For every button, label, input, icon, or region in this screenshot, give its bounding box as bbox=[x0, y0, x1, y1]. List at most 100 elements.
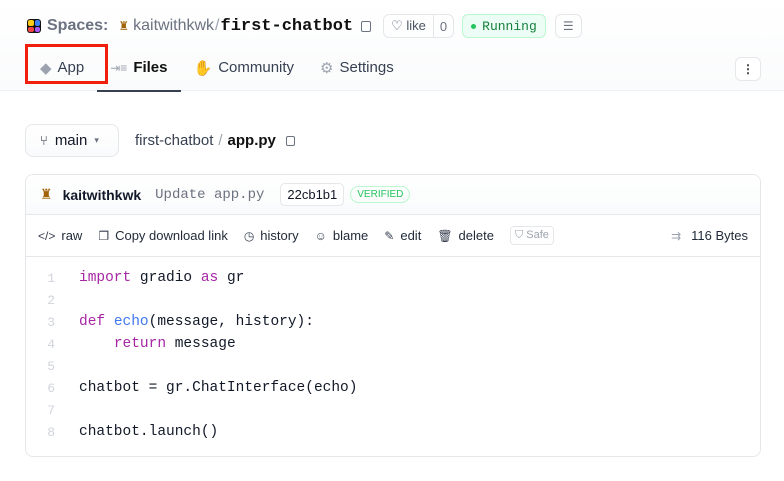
code-token: (message, history): bbox=[148, 314, 314, 330]
edit-label: edit bbox=[400, 228, 422, 243]
more-options-button[interactable]: ⋮ bbox=[735, 57, 761, 81]
breadcrumb: first-chatbot / app.py bbox=[135, 132, 295, 149]
code-line: 4 return message bbox=[26, 333, 760, 355]
line-number: 7 bbox=[47, 402, 55, 418]
trash-icon: 🗑 bbox=[437, 228, 453, 243]
code-text: chatbot = gr.ChatInterface(echo) bbox=[79, 380, 357, 396]
code-token: chatbot.launch() bbox=[79, 424, 219, 440]
like-label: like bbox=[406, 18, 426, 33]
code-line: 5 bbox=[26, 355, 760, 377]
wrap-icon[interactable]: ⇉ bbox=[671, 229, 681, 243]
code-text: chatbot.launch() bbox=[79, 424, 218, 440]
highlight-box bbox=[25, 44, 108, 84]
copy-icon: ❐ bbox=[98, 228, 110, 243]
file-viewer: ♜ kaitwithkwk Update app.py 22cb1b1 VERI… bbox=[25, 174, 761, 457]
code-token: message bbox=[166, 336, 236, 352]
copy-icon[interactable] bbox=[361, 20, 372, 32]
edit-button[interactable]: ✎ edit bbox=[384, 228, 421, 243]
tab-label: Files bbox=[133, 59, 168, 76]
blame-label: blame bbox=[332, 228, 369, 243]
branch-label: main bbox=[54, 132, 88, 149]
list-icon: ☰ bbox=[562, 19, 574, 33]
code-block: 1 import gradio as gr 2 3 def echo(message, … bbox=[26, 257, 760, 443]
logs-button[interactable]: ☰ bbox=[554, 14, 582, 38]
raw-label: raw bbox=[61, 228, 83, 243]
breadcrumb-file: app.py bbox=[227, 132, 276, 149]
code-token: import bbox=[79, 270, 132, 286]
commit-message[interactable]: Update app.py bbox=[155, 187, 264, 203]
breadcrumb-separator: / bbox=[218, 132, 223, 149]
code-token: as bbox=[200, 270, 219, 286]
owner-link[interactable]: kaitwithkwk bbox=[133, 17, 214, 35]
line-number: 4 bbox=[47, 336, 55, 352]
gear-icon: ⚙ bbox=[320, 59, 334, 77]
status-label: Running bbox=[482, 18, 537, 34]
code-token: chatbot = gr.ChatInterface(echo) bbox=[79, 380, 358, 396]
tab-label: Settings bbox=[339, 59, 394, 76]
copy-icon[interactable] bbox=[285, 135, 295, 146]
delete-button[interactable]: 🗑 delete bbox=[437, 228, 494, 243]
tab-community[interactable]: ✋ Community bbox=[181, 44, 308, 91]
like-count: 0 bbox=[432, 15, 453, 37]
commit-bar: ♜ kaitwithkwk Update app.py 22cb1b1 VERI… bbox=[26, 175, 760, 215]
code-line: 3 def echo(message, history): bbox=[26, 311, 760, 333]
tab-settings[interactable]: ⚙ Settings bbox=[307, 44, 407, 91]
path-separator: / bbox=[215, 17, 220, 34]
clock-icon: ◷ bbox=[243, 228, 255, 243]
code-token: def bbox=[79, 314, 106, 330]
safe-label: Safe bbox=[526, 229, 549, 241]
spaces-link[interactable]: Spaces: bbox=[47, 17, 108, 35]
code-token: gr bbox=[218, 270, 245, 286]
history-label: history bbox=[260, 228, 299, 243]
code-line: 6 chatbot = gr.ChatInterface(echo) bbox=[26, 377, 760, 399]
author-avatar-icon: ♜ bbox=[40, 186, 53, 202]
tab-files[interactable]: ⇥≡ Files bbox=[97, 44, 181, 92]
delete-label: delete bbox=[458, 228, 494, 243]
spaces-logo-icon bbox=[27, 19, 41, 33]
shield-icon: ⛉ bbox=[514, 229, 524, 241]
heart-icon: ♡ bbox=[391, 18, 403, 33]
code-icon: </> bbox=[38, 228, 56, 243]
like-button[interactable]: ♡ like 0 bbox=[383, 14, 455, 38]
status-dot-icon bbox=[471, 23, 477, 29]
clap-icon: ✋ bbox=[193, 59, 213, 77]
status-badge: Running bbox=[462, 14, 546, 38]
commit-author[interactable]: kaitwithkwk bbox=[63, 187, 142, 203]
code-line: 8 chatbot.launch() bbox=[26, 421, 760, 443]
code-line: 2 bbox=[26, 289, 760, 311]
code-token: gradio bbox=[131, 270, 201, 286]
code-line: 7 bbox=[26, 399, 760, 421]
line-number: 5 bbox=[47, 358, 55, 374]
line-number: 2 bbox=[47, 292, 55, 308]
copy-label: Copy download link bbox=[115, 228, 228, 243]
chevron-down-icon: ▾ bbox=[94, 135, 99, 145]
pencil-icon: ✎ bbox=[384, 228, 395, 243]
space-header: Spaces: ♜ kaitwithkwk / first-chatbot ♡ … bbox=[0, 0, 784, 92]
breadcrumb-repo[interactable]: first-chatbot bbox=[135, 132, 213, 149]
line-number: 3 bbox=[47, 314, 55, 330]
copy-download-link-button[interactable]: ❐ Copy download link bbox=[98, 228, 228, 243]
branch-selector[interactable]: ⑂ main ▾ bbox=[25, 124, 119, 157]
file-size: 116 Bytes bbox=[691, 228, 748, 243]
repo-name[interactable]: first-chatbot bbox=[221, 17, 354, 36]
tab-label: Community bbox=[218, 59, 295, 76]
owner-avatar-icon: ♜ bbox=[118, 19, 130, 33]
line-number: 1 bbox=[47, 270, 55, 286]
line-number: 6 bbox=[47, 380, 55, 396]
raw-button[interactable]: </> raw bbox=[38, 228, 82, 243]
blame-button[interactable]: ☺ blame bbox=[315, 228, 369, 243]
face-icon: ☺ bbox=[314, 228, 327, 243]
line-number: 8 bbox=[47, 424, 55, 440]
files-icon: ⇥≡ bbox=[110, 60, 128, 75]
code-text: return message bbox=[79, 336, 236, 352]
code-token: return bbox=[113, 336, 167, 352]
code-line: 1 import gradio as gr bbox=[26, 267, 760, 289]
branch-icon: ⑂ bbox=[40, 133, 48, 148]
verified-badge: VERIFIED bbox=[350, 186, 411, 203]
code-text: def echo(message, history): bbox=[79, 314, 314, 330]
history-button[interactable]: ◷ history bbox=[244, 228, 299, 243]
safe-badge[interactable]: ⛉ Safe bbox=[509, 226, 554, 245]
commit-hash[interactable]: 22cb1b1 bbox=[280, 183, 345, 206]
